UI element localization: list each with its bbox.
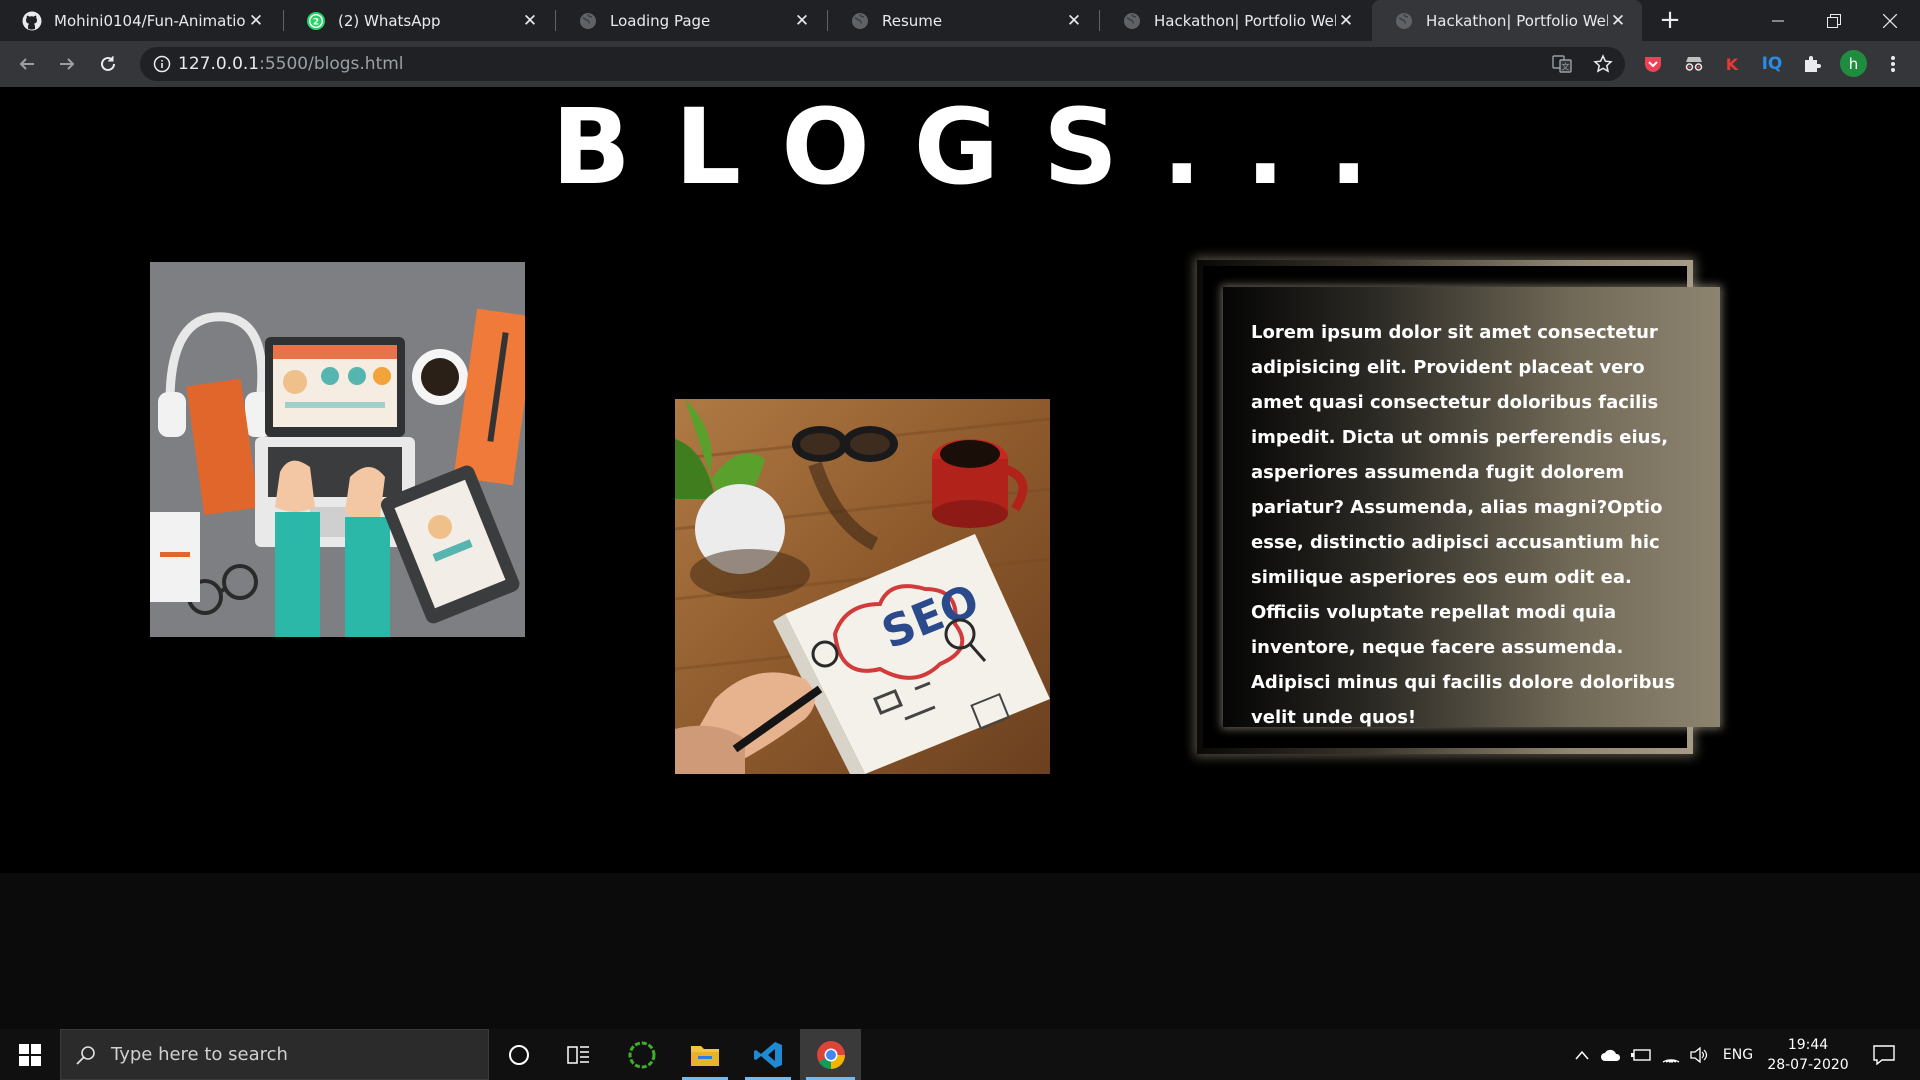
seo-notebook-image: SEO: [675, 399, 1050, 774]
restore-icon: [1827, 13, 1841, 28]
star-icon[interactable]: [1592, 53, 1614, 75]
network-button[interactable]: [1658, 1029, 1684, 1080]
window-close-button[interactable]: [1862, 0, 1918, 41]
wifi-icon: [1662, 1058, 1680, 1063]
new-tab-button[interactable]: +: [1656, 6, 1684, 34]
clock-date: 28-07-2020: [1767, 1057, 1849, 1073]
iq-ext-icon[interactable]: IQ: [1760, 52, 1784, 76]
tab-github[interactable]: Mohini0104/Fun-Animation-I ✕: [0, 0, 280, 41]
tab-title: Mohini0104/Fun-Animation-I: [54, 11, 246, 30]
tab-loading-page[interactable]: Loading Page ✕: [556, 0, 826, 41]
windows-logo-icon: [19, 1043, 41, 1066]
volume-button[interactable]: [1686, 1029, 1712, 1080]
close-icon: [1883, 13, 1897, 28]
speaker-icon: [1690, 1046, 1708, 1063]
browser-toolbar: 127.0.0.1:5500/blogs.html 文 K IQ h: [0, 41, 1920, 87]
taskbar-app-loader[interactable]: [613, 1029, 671, 1080]
tab-title: (2) WhatsApp: [338, 11, 441, 30]
laptop-desk-illustration: [150, 262, 525, 637]
blogs-page: BLOGS... SEO Lorem ipsum dolor sit amet …: [0, 87, 1920, 1029]
search-placeholder: Type here to search: [111, 1044, 288, 1065]
battery-button[interactable]: [1628, 1029, 1654, 1080]
globe-icon: [1122, 11, 1142, 31]
taskbar-vscode[interactable]: [739, 1029, 797, 1080]
whatsapp-icon: 2: [306, 11, 326, 31]
k-ext-icon[interactable]: K: [1720, 52, 1744, 76]
tab-title: Loading Page: [610, 11, 711, 30]
cortana-button[interactable]: [490, 1029, 548, 1080]
cloud-icon: [1601, 1049, 1621, 1061]
vscode-icon: [754, 1041, 782, 1068]
github-icon: [22, 11, 42, 31]
arrow-right-icon: [60, 58, 75, 70]
windows-taskbar: Type here to search ENG 19:44 28-07-2020: [0, 1029, 1920, 1080]
menu-dots-icon[interactable]: [1881, 52, 1905, 76]
url-text: 127.0.0.1:5500/blogs.html: [178, 54, 404, 74]
tab-title: Resume: [882, 11, 943, 30]
arrow-left-icon: [19, 58, 34, 70]
back-button[interactable]: [12, 49, 42, 79]
close-icon[interactable]: ✕: [1336, 11, 1356, 31]
tab-whatsapp[interactable]: 2 (2) WhatsApp ✕: [284, 0, 554, 41]
tray-overflow-button[interactable]: [1570, 1029, 1594, 1080]
browser-tab-strip: Mohini0104/Fun-Animation-I ✕ 2 (2) Whats…: [0, 0, 1920, 41]
action-center-button[interactable]: [1864, 1029, 1904, 1080]
search-icon: [61, 1045, 111, 1065]
taskbar-chrome[interactable]: [800, 1029, 861, 1080]
svg-text:2: 2: [313, 17, 319, 27]
close-icon[interactable]: ✕: [1064, 11, 1084, 31]
chevron-up-icon: [1575, 1050, 1589, 1059]
notification-icon: [1873, 1044, 1895, 1065]
incognito-ext-icon[interactable]: [1682, 52, 1706, 76]
puzzle-icon[interactable]: [1800, 52, 1824, 76]
blog-text: Lorem ipsum dolor sit amet consectetur a…: [1251, 322, 1676, 728]
start-button[interactable]: [0, 1029, 60, 1080]
url-host: 127.0.0.1: [178, 54, 260, 74]
task-view-icon: [567, 1045, 589, 1064]
svg-text:文: 文: [1562, 62, 1570, 72]
taskbar-search-box[interactable]: Type here to search: [60, 1029, 489, 1080]
clock-time: 19:44: [1787, 1037, 1829, 1053]
tab-portfolio[interactable]: Hackathon| Portfolio Website ✕: [1100, 0, 1370, 41]
close-icon[interactable]: ✕: [792, 11, 812, 31]
laptop-desk-image: [150, 262, 525, 637]
tab-title: Hackathon| Portfolio Website: [1426, 11, 1608, 30]
tab-title: Hackathon| Portfolio Website: [1154, 11, 1336, 30]
tab-portfolio-active[interactable]: Hackathon| Portfolio Website ✕: [1372, 0, 1642, 41]
minimize-button[interactable]: [1750, 0, 1806, 41]
cortana-circle-icon: [509, 1044, 529, 1065]
language-indicator[interactable]: ENG: [1716, 1029, 1760, 1080]
globe-icon: [850, 11, 870, 31]
avatar[interactable]: h: [1840, 50, 1867, 77]
page-title: BLOGS...: [551, 86, 1413, 208]
taskbar-clock[interactable]: 19:44 28-07-2020: [1760, 1035, 1856, 1075]
battery-icon: [1631, 1048, 1651, 1061]
info-icon[interactable]: [151, 53, 173, 75]
reload-icon: [101, 56, 115, 71]
task-view-button[interactable]: [550, 1029, 608, 1080]
seo-notebook-photo: SEO: [675, 399, 1050, 774]
url-path: :5500/blogs.html: [259, 54, 404, 74]
blog-card: Lorem ipsum dolor sit amet consectetur a…: [1223, 287, 1720, 728]
forward-button[interactable]: [52, 49, 82, 79]
reload-button[interactable]: [93, 49, 123, 79]
green-ring-icon: [628, 1041, 656, 1068]
restore-button[interactable]: [1806, 0, 1862, 41]
translate-icon[interactable]: 文: [1551, 53, 1573, 75]
close-icon[interactable]: ✕: [246, 11, 266, 31]
minimize-icon: [1772, 20, 1784, 21]
folder-icon: [691, 1045, 719, 1066]
address-bar[interactable]: 127.0.0.1:5500/blogs.html 文: [140, 47, 1625, 81]
globe-icon: [1394, 11, 1414, 31]
chrome-icon: [816, 1040, 845, 1069]
page-footer-band: [0, 873, 1920, 1029]
tab-resume[interactable]: Resume ✕: [828, 0, 1098, 41]
close-icon[interactable]: ✕: [520, 11, 540, 31]
taskbar-file-explorer[interactable]: [676, 1029, 734, 1080]
globe-icon: [578, 11, 598, 31]
close-icon[interactable]: ✕: [1608, 11, 1628, 31]
onedrive-button[interactable]: [1598, 1029, 1624, 1080]
pocket-icon[interactable]: [1641, 52, 1665, 76]
